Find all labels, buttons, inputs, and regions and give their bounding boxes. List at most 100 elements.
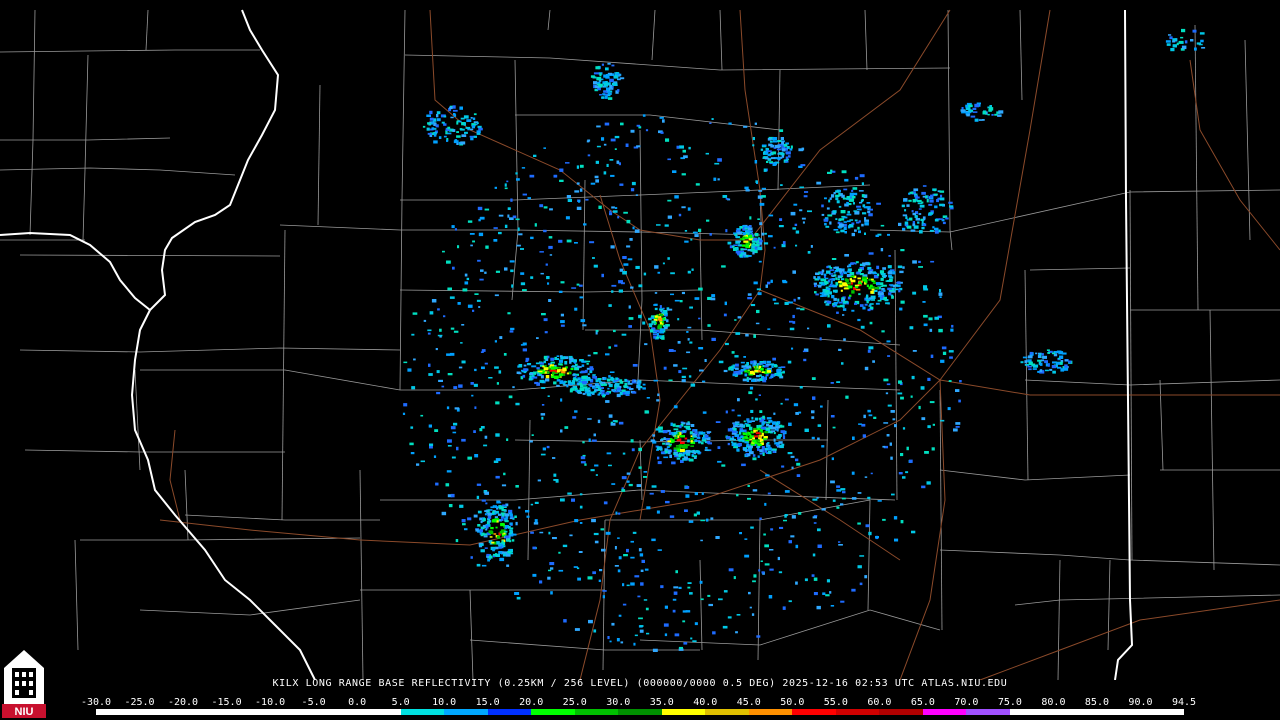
echo-pixel xyxy=(797,297,801,300)
echo-pixel xyxy=(892,418,896,421)
echo-pixel xyxy=(862,262,867,264)
echo-pixel xyxy=(782,281,788,284)
echo-pixel xyxy=(569,534,573,537)
echo-pixel xyxy=(840,272,844,276)
echo-pixel xyxy=(599,569,603,572)
echo-pixel xyxy=(843,226,847,230)
echo-pixel xyxy=(683,444,687,447)
echo-pixel xyxy=(772,151,777,155)
echo-pixel xyxy=(711,118,714,120)
echo-pixel xyxy=(651,320,656,324)
echo-pixel xyxy=(604,122,610,126)
echo-pixel xyxy=(660,585,664,589)
echo-pixel xyxy=(617,569,621,573)
echo-pixel xyxy=(862,264,866,267)
echo-pixel xyxy=(674,451,678,454)
echo-pixel xyxy=(447,445,452,447)
echo-pixel xyxy=(688,146,691,150)
echo-pixel xyxy=(740,248,744,251)
echo-pixel xyxy=(433,133,437,137)
echo-pixel xyxy=(447,132,452,135)
echo-pixel xyxy=(793,298,796,302)
echo-pixel xyxy=(778,225,784,228)
echo-pixel xyxy=(781,154,785,158)
echo-pixel xyxy=(745,333,749,337)
echo-pixel xyxy=(678,444,683,448)
echo-pixel xyxy=(527,363,532,365)
echo-pixel xyxy=(540,413,546,416)
echo-pixel xyxy=(756,288,761,291)
echo-pixel xyxy=(733,576,736,580)
echo-pixel xyxy=(792,321,796,324)
echo-pixel xyxy=(939,296,942,298)
county-line xyxy=(24,449,285,453)
echo-pixel xyxy=(918,405,921,410)
echo-pixel xyxy=(452,431,457,434)
echo-pixel xyxy=(856,221,860,224)
echo-pixel xyxy=(711,294,716,298)
echo-pixel xyxy=(856,205,861,208)
echo-pixel xyxy=(737,439,742,441)
echo-pixel xyxy=(619,381,624,384)
echo-pixel xyxy=(498,546,502,549)
echo-pixel xyxy=(434,429,439,432)
echo-pixel xyxy=(522,289,527,292)
echo-pixel xyxy=(630,129,635,133)
echo-pixel xyxy=(970,115,976,118)
echo-pixel xyxy=(790,145,793,149)
echo-pixel xyxy=(481,532,485,536)
echo-pixel xyxy=(523,364,527,367)
echo-pixel xyxy=(518,364,523,368)
county-line xyxy=(1057,559,1061,680)
echo-pixel xyxy=(955,389,960,392)
echo-pixel xyxy=(927,425,931,429)
echo-pixel xyxy=(721,265,726,268)
echo-pixel xyxy=(942,351,947,355)
echo-pixel xyxy=(656,224,661,226)
echo-pixel xyxy=(833,297,837,301)
echo-pixel xyxy=(756,425,759,429)
echo-pixel xyxy=(848,263,852,268)
scale-tick-label: 85.0 xyxy=(1084,697,1109,708)
echo-pixel xyxy=(411,386,416,390)
county-line xyxy=(947,9,953,251)
echo-pixel xyxy=(446,353,451,356)
echo-pixel xyxy=(897,392,903,395)
echo-pixel xyxy=(747,297,753,300)
echo-pixel xyxy=(464,273,468,277)
echo-pixel xyxy=(628,305,631,309)
echo-pixel xyxy=(843,271,847,275)
echo-pixel xyxy=(817,276,821,280)
echo-pixel xyxy=(735,631,738,634)
echo-pixel xyxy=(549,208,553,211)
echo-pixel xyxy=(855,261,859,264)
echo-pixel xyxy=(461,360,466,364)
echo-pixel xyxy=(495,458,501,462)
echo-pixel xyxy=(474,406,477,409)
echo-pixel xyxy=(914,195,918,199)
echo-pixel xyxy=(777,372,780,376)
echo-pixel xyxy=(710,517,714,520)
echo-pixel xyxy=(778,366,782,369)
echo-pixel xyxy=(871,288,875,291)
echo-pixel xyxy=(438,379,443,382)
echo-pixel xyxy=(994,113,998,116)
scale-color-segment xyxy=(1096,709,1141,715)
echo-pixel xyxy=(904,209,907,212)
echo-pixel xyxy=(614,546,617,550)
echo-pixel xyxy=(646,506,651,510)
echo-pixel xyxy=(634,575,640,578)
echo-pixel xyxy=(858,293,861,296)
echo-pixel xyxy=(609,84,613,89)
echo-pixel xyxy=(883,296,887,301)
echo-pixel xyxy=(844,254,849,257)
echo-pixel xyxy=(677,318,680,321)
echo-pixel xyxy=(745,424,751,427)
echo-pixel xyxy=(997,114,1002,117)
echo-pixel xyxy=(635,194,638,196)
echo-pixel xyxy=(910,229,916,232)
echo-pixel xyxy=(748,391,753,395)
echo-pixel xyxy=(601,63,604,66)
echo-pixel xyxy=(627,382,633,385)
echo-pixel xyxy=(776,148,782,151)
